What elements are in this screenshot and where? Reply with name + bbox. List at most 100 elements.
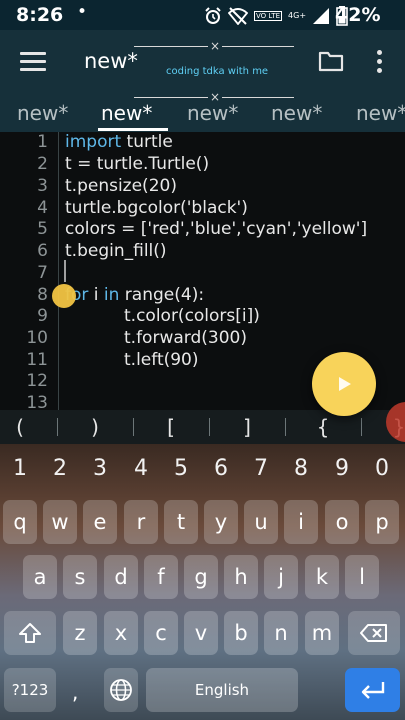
gutter-divider [58,132,59,410]
shift-icon [19,623,41,643]
hamburger-menu-icon[interactable] [20,52,46,72]
code-line-10: t.forward(300) [124,328,247,348]
globe-icon [110,679,132,701]
symbol-separator [285,418,286,436]
battery-percent: 42% [335,4,381,26]
space-key-label: English [194,681,250,699]
symbol-separator [209,418,210,436]
toolbar-title: new* [84,49,138,73]
status-icons: VO LTE 4G+ [204,6,348,26]
line-number: 2 [37,154,48,174]
keyword-import: import [65,132,122,152]
key-i[interactable]: i [284,500,318,544]
shift-key[interactable] [4,611,56,655]
status-time: 8:26 [16,4,64,26]
key-4[interactable]: 4 [121,456,161,481]
notification-dot: • [77,2,88,22]
code-line-9: t.color(colors[i]) [124,306,260,326]
language-key[interactable] [104,668,138,712]
code-text: turtle [121,132,173,152]
symbol-close-paren[interactable]: ) [80,415,110,439]
key-r[interactable]: r [124,500,158,544]
backspace-icon [360,624,387,642]
key-f[interactable]: f [144,555,178,599]
key-h[interactable]: h [224,555,258,599]
more-vert-icon[interactable] [374,50,384,74]
key-k[interactable]: k [305,555,339,599]
key-b[interactable]: b [224,611,258,655]
tab-bar: new* new* new* new* new* [0,96,405,132]
key-c[interactable]: c [144,611,178,655]
line-number: 1 [37,132,48,152]
key-l[interactable]: l [345,555,379,599]
symbol-separator [57,418,58,436]
code-line-5: colors = ['red','blue','cyan','yellow'] [65,219,368,239]
key-6[interactable]: 6 [201,456,241,481]
key-q[interactable]: q [3,500,37,544]
key-9[interactable]: 9 [322,456,362,481]
key-u[interactable]: u [244,500,278,544]
key-j[interactable]: j [264,555,298,599]
overlay-close-icon-bottom: × [210,90,221,104]
tab-2-active[interactable]: new* [101,101,152,125]
code-line-3: t.pensize(20) [65,176,177,196]
line-number: 3 [37,176,48,196]
touch-indicator [52,284,76,308]
symbol-separator [361,418,362,436]
code-text: i [88,285,104,305]
key-8[interactable]: 8 [281,456,321,481]
key-2[interactable]: 2 [40,456,80,481]
key-g[interactable]: g [184,555,218,599]
key-w[interactable]: w [43,500,77,544]
key-p[interactable]: p [365,500,399,544]
key-5[interactable]: 5 [161,456,201,481]
key-y[interactable]: y [204,500,238,544]
key-d[interactable]: d [104,555,138,599]
overlay-line-top-right [222,46,294,47]
key-1[interactable]: 1 [0,456,40,481]
line-number: 11 [26,350,48,370]
tab-3[interactable]: new* [187,101,238,125]
key-t[interactable]: t [164,500,198,544]
key-0[interactable]: 0 [362,456,402,481]
status-bar: 8:26 • VO LTE 4G+ 42% [0,0,405,30]
symbol-open-bracket[interactable]: [ [156,415,186,439]
tab-4[interactable]: new* [271,101,322,125]
symbol-open-paren[interactable]: ( [5,415,35,439]
key-v[interactable]: v [184,611,218,655]
tab-5[interactable]: new* [356,101,405,125]
line-number: 4 [37,198,48,218]
keyword-in: in [103,285,120,305]
run-button[interactable] [312,352,376,416]
key-3[interactable]: 3 [80,456,120,481]
code-text: range(4): [119,285,205,305]
key-a[interactable]: a [23,555,57,599]
network-type-badge: 4G+ [288,11,307,20]
key-e[interactable]: e [83,500,117,544]
code-line-4: turtle.bgcolor('black') [65,198,248,218]
key-s[interactable]: s [63,555,97,599]
line-number: 12 [26,371,48,391]
key-o[interactable]: o [325,500,359,544]
enter-key[interactable] [345,668,400,712]
key-z[interactable]: z [63,611,97,655]
symbol-close-bracket[interactable]: ] [232,415,262,439]
key-7[interactable]: 7 [241,456,281,481]
key-n[interactable]: n [264,611,298,655]
space-key[interactable]: English [146,668,298,712]
play-icon [339,377,351,391]
text-cursor [64,260,66,282]
key-m[interactable]: m [305,611,339,655]
overlay-close-icon: × [210,39,221,53]
folder-icon[interactable] [318,50,344,72]
key-x[interactable]: x [104,611,138,655]
symbol-open-brace[interactable]: { [308,415,338,439]
line-number: 8 [37,285,48,305]
comma-key[interactable]: , [72,680,78,704]
symbols-key[interactable]: ?123 [4,668,56,712]
overlay-line-top-left [134,46,208,47]
backspace-key[interactable] [348,611,400,655]
tab-1[interactable]: new* [17,101,68,125]
overlay-line-bottom-left [134,97,208,98]
line-number: 7 [37,263,48,283]
